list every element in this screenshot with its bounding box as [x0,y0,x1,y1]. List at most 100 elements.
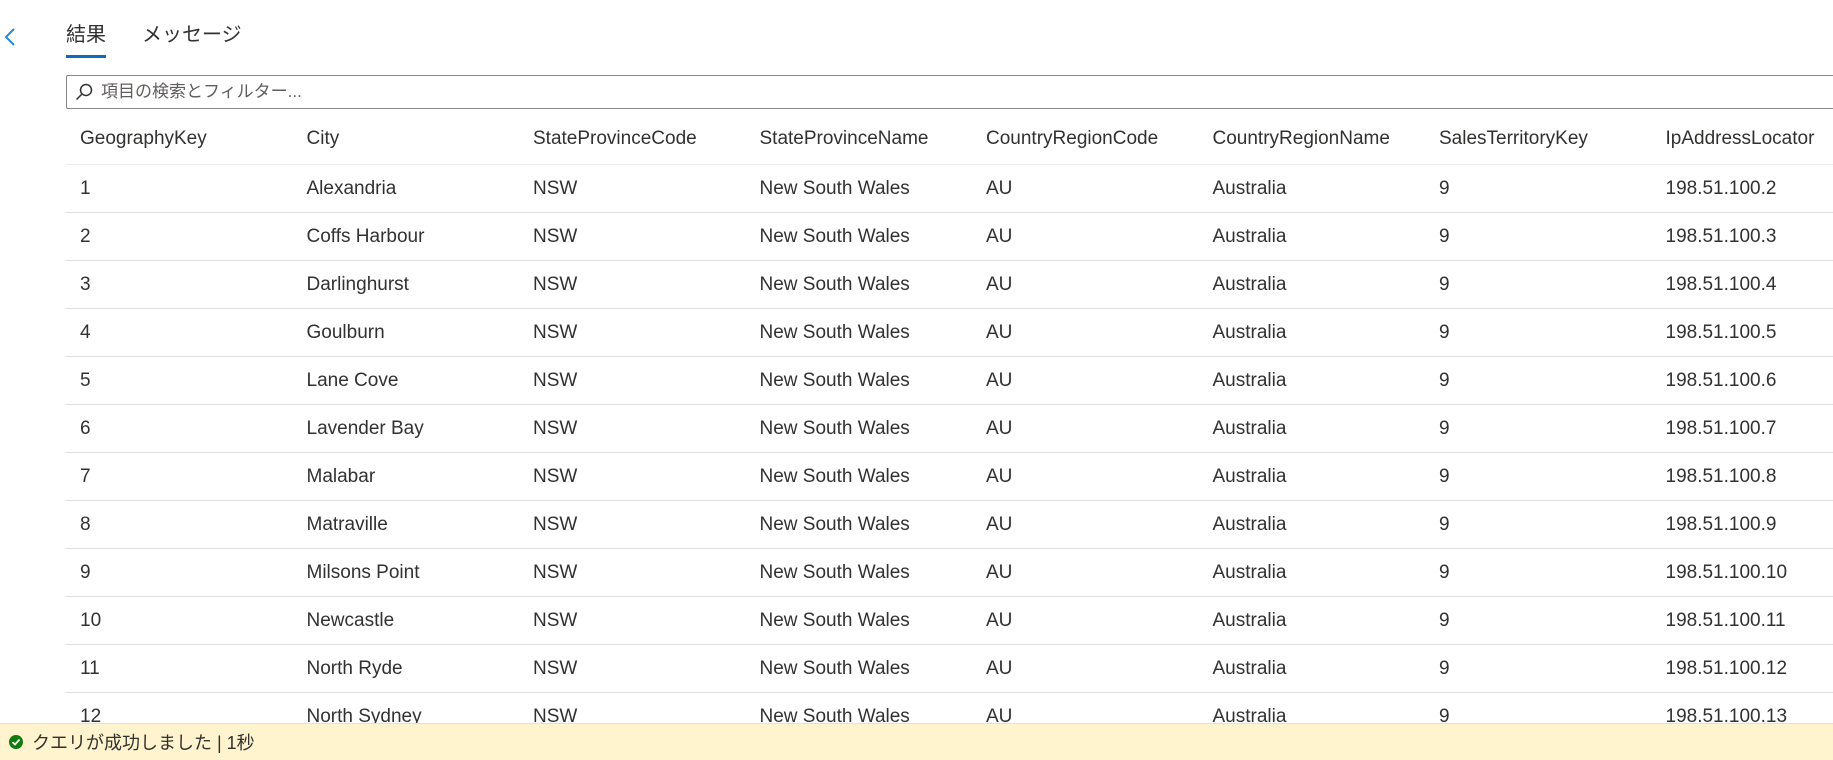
table-cell[interactable]: NSW [519,164,746,213]
table-cell[interactable]: 198.51.100.12 [1651,644,1833,693]
table-cell[interactable]: New South Wales [745,692,972,724]
table-cell[interactable]: AU [972,596,1199,645]
table-cell[interactable]: 198.51.100.6 [1651,356,1833,405]
table-cell[interactable]: Australia [1198,356,1425,405]
table-cell[interactable]: 9 [1425,596,1652,645]
table-cell[interactable]: New South Wales [745,644,972,693]
table-row[interactable]: 7 Malabar NSW New South Wales AU Australia 9 19… [66,452,1833,501]
table-cell[interactable]: New South Wales [745,452,972,501]
table-cell[interactable]: 1 [66,164,293,213]
table-row[interactable]: 5 Lane Cove NSW New South Wales AU Australia 9… [66,356,1833,405]
table-cell[interactable]: AU [972,644,1199,693]
table-cell[interactable]: 6 [66,404,293,453]
table-cell[interactable]: Australia [1198,212,1425,261]
table-cell[interactable]: New South Wales [745,164,972,213]
table-cell[interactable]: Milsons Point [292,548,519,597]
column-header[interactable]: StateProvinceName [745,114,972,165]
table-cell[interactable]: NSW [519,212,746,261]
table-row[interactable]: 12 North Sydney NSW New South Wales AU Austra… [66,692,1833,724]
column-header[interactable]: CountryRegionCode [972,114,1199,165]
table-cell[interactable]: 198.51.100.2 [1651,164,1833,213]
table-cell[interactable]: New South Wales [745,596,972,645]
table-cell[interactable]: NSW [519,596,746,645]
back-button[interactable] [0,22,20,52]
table-cell[interactable]: 9 [1425,212,1652,261]
results-grid[interactable]: GeographyKey City StateProvinceCode Stat… [66,114,1833,724]
table-cell[interactable]: Australia [1198,164,1425,213]
table-cell[interactable]: New South Wales [745,548,972,597]
table-cell[interactable]: 198.51.100.3 [1651,212,1833,261]
table-cell[interactable]: 9 [1425,404,1652,453]
table-row[interactable]: 10 Newcastle NSW New South Wales AU Australia… [66,596,1833,645]
table-cell[interactable]: AU [972,164,1199,213]
table-cell[interactable]: 9 [1425,500,1652,549]
table-cell[interactable]: Australia [1198,452,1425,501]
table-cell[interactable]: AU [972,212,1199,261]
table-cell[interactable]: 9 [1425,548,1652,597]
table-row[interactable]: 3 Darlinghurst NSW New South Wales AU Austral… [66,260,1833,309]
table-cell[interactable]: North Ryde [292,644,519,693]
table-cell[interactable]: AU [972,404,1199,453]
table-cell[interactable]: New South Wales [745,212,972,261]
table-cell[interactable]: 198.51.100.10 [1651,548,1833,597]
table-row[interactable]: 9 Milsons Point NSW New South Wales AU Austra… [66,548,1833,597]
table-cell[interactable]: 2 [66,212,293,261]
table-cell[interactable]: 9 [1425,644,1652,693]
table-row[interactable]: 11 North Ryde NSW New South Wales AU Australi… [66,644,1833,693]
table-cell[interactable]: NSW [519,452,746,501]
table-row[interactable]: 6 Lavender Bay NSW New South Wales AU Austral… [66,404,1833,453]
table-cell[interactable]: Australia [1198,260,1425,309]
table-cell[interactable]: NSW [519,548,746,597]
table-cell[interactable]: 9 [1425,308,1652,357]
table-cell[interactable]: 9 [1425,452,1652,501]
table-cell[interactable]: 9 [1425,356,1652,405]
table-cell[interactable]: 198.51.100.5 [1651,308,1833,357]
table-cell[interactable]: Australia [1198,548,1425,597]
table-cell[interactable]: Darlinghurst [292,260,519,309]
table-cell[interactable]: Australia [1198,644,1425,693]
table-cell[interactable]: Lane Cove [292,356,519,405]
table-cell[interactable]: 5 [66,356,293,405]
column-header[interactable]: City [292,114,519,165]
table-cell[interactable]: AU [972,692,1199,724]
table-cell[interactable]: AU [972,308,1199,357]
table-cell[interactable]: NSW [519,644,746,693]
column-header[interactable]: IpAddressLocator [1651,114,1833,165]
table-cell[interactable]: 10 [66,596,293,645]
table-cell[interactable]: 9 [66,548,293,597]
column-header[interactable]: GeographyKey [66,114,293,165]
table-cell[interactable]: Australia [1198,596,1425,645]
table-cell[interactable]: NSW [519,356,746,405]
tab-results[interactable]: 結果 [66,14,106,58]
table-cell[interactable]: 198.51.100.11 [1651,596,1833,645]
table-cell[interactable]: Malabar [292,452,519,501]
table-cell[interactable]: 12 [66,692,293,724]
table-cell[interactable]: New South Wales [745,404,972,453]
table-cell[interactable]: 198.51.100.4 [1651,260,1833,309]
table-cell[interactable]: NSW [519,260,746,309]
table-cell[interactable]: 9 [1425,164,1652,213]
table-row[interactable]: 4 Goulburn NSW New South Wales AU Australia 9 1… [66,308,1833,357]
table-row[interactable]: 8 Matraville NSW New South Wales AU Australia… [66,500,1833,549]
table-row[interactable]: 1 Alexandria NSW New South Wales AU Australia… [66,164,1833,213]
table-cell[interactable]: North Sydney [292,692,519,724]
column-header[interactable]: StateProvinceCode [519,114,746,165]
table-cell[interactable]: Australia [1198,308,1425,357]
table-cell[interactable]: 4 [66,308,293,357]
table-cell[interactable]: Goulburn [292,308,519,357]
table-cell[interactable]: 198.51.100.13 [1651,692,1833,724]
table-cell[interactable]: AU [972,452,1199,501]
table-cell[interactable]: NSW [519,500,746,549]
table-row[interactable]: 2 Coffs Harbour NSW New South Wales AU Austra… [66,212,1833,261]
table-cell[interactable]: New South Wales [745,308,972,357]
table-cell[interactable]: Newcastle [292,596,519,645]
table-cell[interactable]: Australia [1198,404,1425,453]
table-cell[interactable]: 9 [1425,260,1652,309]
table-cell[interactable]: Coffs Harbour [292,212,519,261]
table-cell[interactable]: Alexandria [292,164,519,213]
table-cell[interactable]: 198.51.100.7 [1651,404,1833,453]
table-cell[interactable]: New South Wales [745,500,972,549]
table-cell[interactable]: AU [972,260,1199,309]
table-cell[interactable]: New South Wales [745,260,972,309]
table-cell[interactable]: Australia [1198,500,1425,549]
